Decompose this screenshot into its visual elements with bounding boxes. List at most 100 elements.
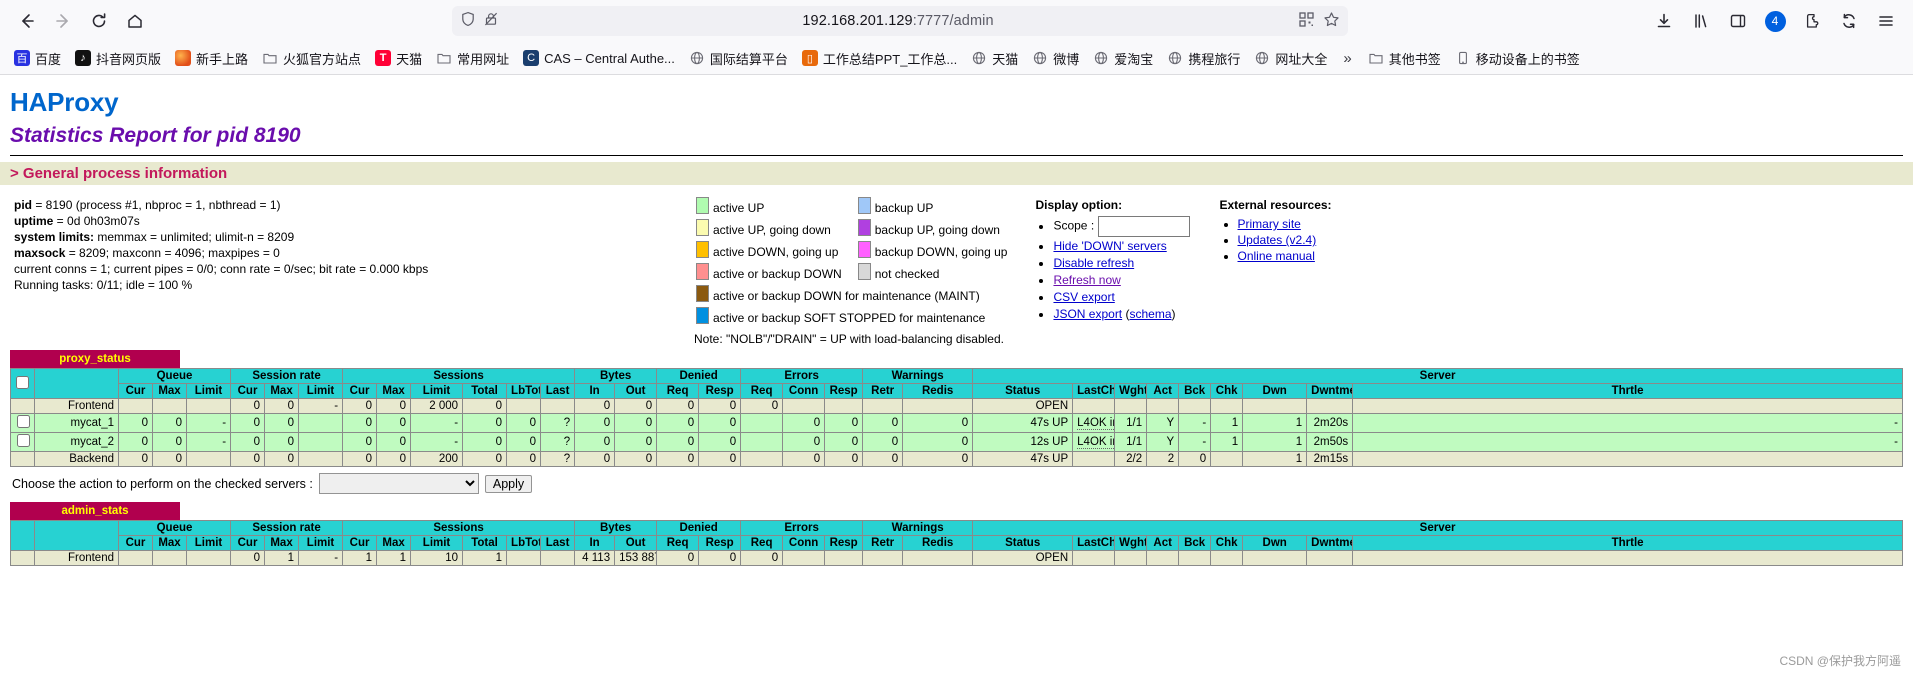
select-all-header[interactable] xyxy=(10,520,35,551)
row-select-cell[interactable] xyxy=(10,432,35,452)
disable-refresh-link[interactable]: Disable refresh xyxy=(1053,256,1134,270)
cell-act xyxy=(1146,550,1180,566)
action-select[interactable] xyxy=(318,473,479,494)
row-select-cell[interactable] xyxy=(10,413,35,433)
bookmark-item[interactable]: 常用网址 xyxy=(430,46,515,71)
url-bar[interactable]: 192.168.201.129:7777/admin xyxy=(451,6,1348,36)
bookmark-item[interactable]: T 天猫 xyxy=(369,46,428,71)
bookmark-item[interactable]: 爱淘宝 xyxy=(1087,46,1159,71)
back-arrow-icon[interactable] xyxy=(10,4,44,38)
bookmark-label: 天猫 xyxy=(396,51,423,67)
column-header-req: Req xyxy=(656,535,700,551)
library-icon[interactable] xyxy=(1684,4,1718,38)
lastchk-value[interactable]: L4OK in 0ms xyxy=(1077,436,1114,449)
bookmark-item[interactable]: 网址大全 xyxy=(1248,46,1333,71)
folder-favicon xyxy=(436,50,452,66)
shield-icon[interactable] xyxy=(460,11,476,31)
cell-limit xyxy=(185,398,232,414)
globe-favicon xyxy=(689,50,705,66)
updates-link[interactable]: Updates (v2.4) xyxy=(1238,233,1317,247)
cell-cur xyxy=(118,398,153,414)
bookmark-star-icon[interactable] xyxy=(1323,11,1340,32)
bookmark-folder-other[interactable]: 其他书签 xyxy=(1362,46,1447,71)
online-manual-item: Online manual xyxy=(1238,248,1332,264)
row-select-checkbox[interactable] xyxy=(17,434,30,447)
legend-swatch-cell xyxy=(694,219,711,241)
extension-icon[interactable] xyxy=(1795,4,1829,38)
cell-cur: 0 xyxy=(230,398,266,414)
page-title: HAProxy xyxy=(10,87,119,117)
cell-lastchk[interactable]: L4OK in 0ms xyxy=(1072,432,1116,452)
cell-req: 0 xyxy=(656,413,700,433)
cell-total: 1 xyxy=(462,550,508,566)
cell-redis: 0 xyxy=(902,432,974,452)
table-sub-header-row: Cur Max Limit Cur Max Limit Cur Max Limit Total Lb… xyxy=(11,383,1903,399)
column-header-retr: Retr xyxy=(862,383,904,399)
cell-req xyxy=(740,451,784,467)
bookmark-item[interactable]: ▯ 工作总结PPT_工作总... xyxy=(796,46,963,71)
toolbar-right-icons: 4 xyxy=(1647,4,1903,38)
cell-cur: 0 xyxy=(342,451,378,467)
bookmark-label: 天猫 xyxy=(992,51,1019,67)
group-header-session-rate: Session rate xyxy=(230,520,344,536)
group-header-queue: Queue xyxy=(117,520,232,536)
bookmark-item[interactable]: 火狐官方站点 xyxy=(256,46,367,71)
csv-export-link[interactable]: CSV export xyxy=(1053,290,1114,304)
bookmark-folder-mobile[interactable]: 移动设备上的书签 xyxy=(1449,46,1586,71)
cell-dwn: 1 xyxy=(1242,451,1308,467)
reload-icon[interactable] xyxy=(82,4,116,38)
qr-code-icon[interactable] xyxy=(1298,11,1315,32)
bookmark-item[interactable]: C CAS – Central Authe... xyxy=(517,47,681,69)
bookmark-item[interactable]: 微博 xyxy=(1026,46,1085,71)
bookmark-label: 新手上路 xyxy=(196,51,249,67)
column-header-lastchk: LastChk xyxy=(1072,383,1116,399)
cell-out: 0 xyxy=(614,398,658,414)
folder-favicon xyxy=(1368,50,1384,66)
apply-button[interactable]: Apply xyxy=(484,474,533,493)
cell-req: 0 xyxy=(656,451,700,467)
sync-icon[interactable] xyxy=(1832,4,1866,38)
cell-limit: - xyxy=(185,413,232,433)
legend-label: backup UP, going down xyxy=(874,222,1000,237)
legend-label: backup DOWN, going up xyxy=(874,244,1008,259)
lastchk-value[interactable]: L4OK in 0ms xyxy=(1077,417,1114,430)
primary-site-link[interactable]: Primary site xyxy=(1238,217,1301,231)
account-badge[interactable]: 4 xyxy=(1758,4,1792,38)
bookmark-item[interactable]: 携程旅行 xyxy=(1161,46,1246,71)
group-header-bytes: Bytes xyxy=(574,368,658,384)
row-select-cell xyxy=(10,550,35,566)
json-export-link[interactable]: JSON export xyxy=(1053,307,1122,321)
cell-thrtle xyxy=(1352,550,1903,566)
sidebar-icon[interactable] xyxy=(1721,4,1755,38)
cell-chk: 1 xyxy=(1210,432,1244,452)
bookmark-item[interactable]: 天猫 xyxy=(965,46,1024,71)
json-schema-link[interactable]: schema xyxy=(1130,307,1172,321)
hide-down-servers-link[interactable]: Hide 'DOWN' servers xyxy=(1053,239,1166,253)
select-all-checkbox[interactable] xyxy=(16,375,29,389)
row-select-checkbox[interactable] xyxy=(17,415,30,428)
cell-cur: 1 xyxy=(342,550,378,566)
bookmark-item[interactable]: 百百度 xyxy=(8,46,67,71)
broken-lock-icon[interactable] xyxy=(483,11,499,31)
scope-input[interactable] xyxy=(1097,216,1190,237)
select-all-header[interactable] xyxy=(10,368,35,399)
process-info-line: maxsock = 8209; maxconn = 4096; maxpipes… xyxy=(14,246,280,260)
column-header-in: In xyxy=(574,535,616,551)
bookmark-item[interactable]: 新手上路 xyxy=(169,46,254,71)
cell-wght: 2/2 xyxy=(1114,451,1148,467)
cell-lastchk[interactable]: L4OK in 0ms xyxy=(1072,413,1116,433)
column-header-req: Req xyxy=(740,535,784,551)
cell-out: 0 xyxy=(614,413,658,433)
hamburger-menu-icon[interactable] xyxy=(1869,4,1903,38)
forward-arrow-icon[interactable] xyxy=(46,4,80,38)
cell-dwn xyxy=(1242,550,1308,566)
column-header-last: Last xyxy=(540,383,576,399)
refresh-now-link[interactable]: Refresh now xyxy=(1053,273,1120,287)
download-icon[interactable] xyxy=(1647,4,1681,38)
bookmark-item[interactable]: ♪ 抖音网页版 xyxy=(69,46,167,71)
bookmarks-overflow-chevron[interactable]: » xyxy=(1335,50,1359,67)
column-header-chk: Chk xyxy=(1210,383,1244,399)
bookmark-item[interactable]: 国际结算平台 xyxy=(683,46,794,71)
home-icon[interactable] xyxy=(118,4,152,38)
online-manual-link[interactable]: Online manual xyxy=(1238,249,1315,263)
